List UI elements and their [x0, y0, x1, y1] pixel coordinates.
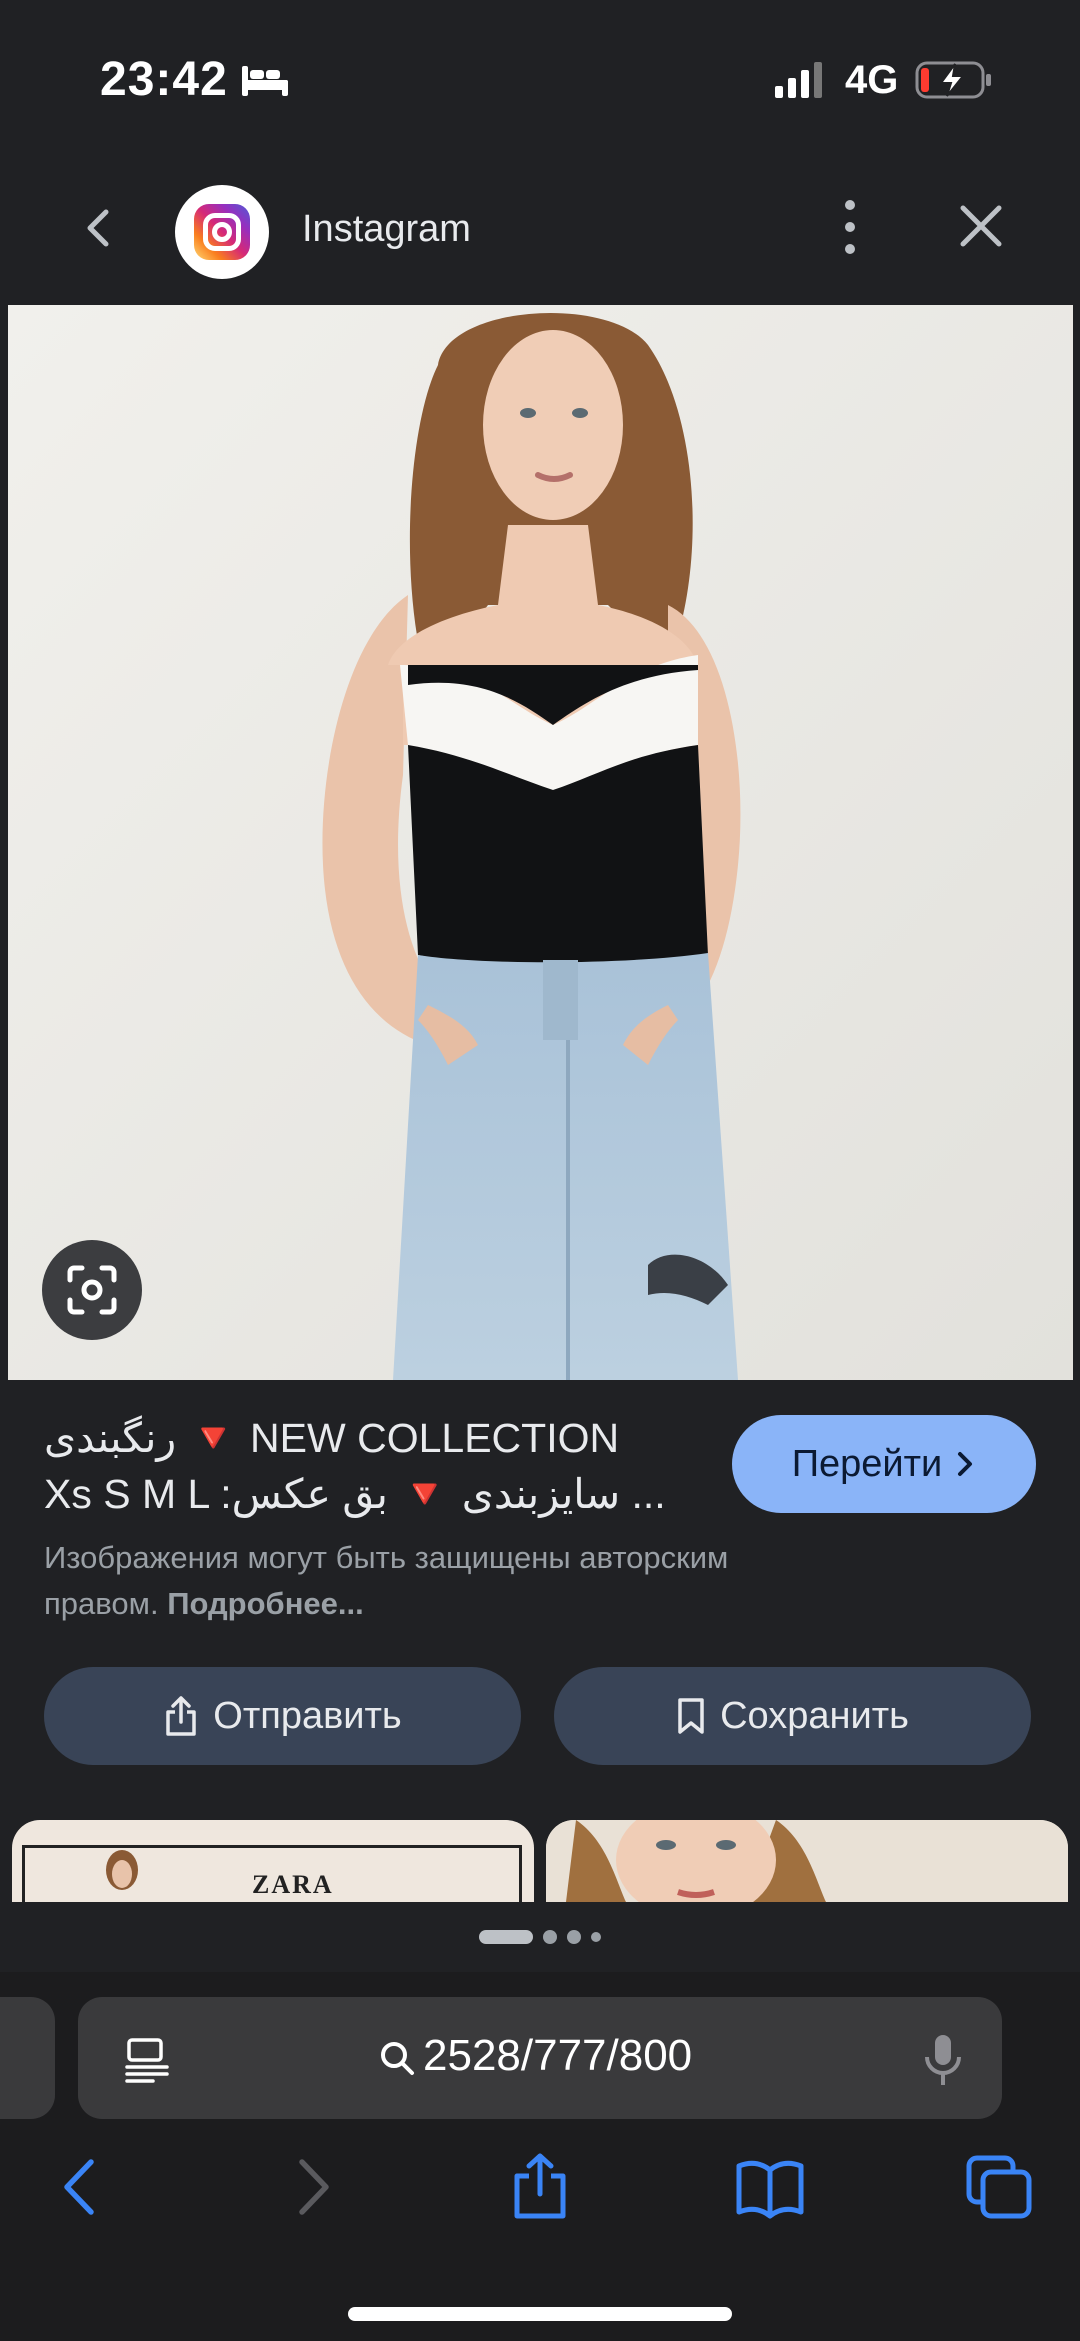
bookmarks-icon[interactable] — [735, 2152, 805, 2222]
address-bar[interactable]: 2528/777/800 — [78, 1997, 1002, 2119]
page-dot — [591, 1932, 601, 1942]
copyright-notice: Изображения могут быть защищены авторски… — [44, 1535, 844, 1627]
page-dot — [567, 1930, 581, 1944]
status-bar: 23:42 4G — [0, 0, 1080, 150]
status-time: 23:42 — [100, 53, 228, 106]
signal-icon — [775, 62, 822, 98]
back-arrow-icon[interactable] — [45, 2152, 115, 2222]
share-icon[interactable] — [505, 2152, 575, 2222]
lens-icon — [67, 1265, 117, 1315]
home-indicator[interactable] — [348, 2307, 732, 2321]
search-icon — [381, 2042, 414, 2075]
share-icon — [166, 1696, 197, 1736]
product-image[interactable] — [8, 305, 1073, 1380]
url-text[interactable]: 2528/777/800 — [423, 2031, 692, 2081]
visit-button-label: Перейти — [791, 1442, 943, 1485]
battery-charging-icon — [915, 61, 991, 99]
model-photo — [8, 305, 1073, 1380]
page-dot — [543, 1930, 557, 1944]
previous-tab-preview[interactable] — [0, 1997, 55, 2119]
page-indicator — [0, 1902, 1080, 1972]
google-lens-button[interactable] — [42, 1240, 142, 1340]
share-button[interactable]: Отправить — [44, 1667, 521, 1765]
instagram-logo[interactable] — [175, 185, 269, 279]
instagram-logo-mark — [194, 204, 250, 260]
related-image-2[interactable] — [546, 1820, 1068, 1902]
bookmark-icon — [678, 1698, 704, 1734]
related-image-1[interactable]: ZARA — [12, 1820, 534, 1902]
save-button[interactable]: Сохранить — [554, 1667, 1031, 1765]
forward-arrow-icon[interactable] — [278, 2152, 348, 2222]
browser-toolbar: 2528/777/800 — [0, 1972, 1080, 2341]
back-icon[interactable] — [70, 198, 130, 258]
share-button-label: Отправить — [213, 1694, 402, 1737]
caption-line-1: رنگبندی 🔻 NEW COLLECTION — [44, 1415, 620, 1461]
bed-icon — [242, 66, 288, 96]
tabs-icon[interactable] — [965, 2152, 1035, 2222]
more-link[interactable]: Подробнее... — [167, 1586, 364, 1621]
thumbnail-model — [106, 1850, 138, 1890]
chevron-right-icon — [958, 1452, 973, 1476]
thumbnail-brand-label: ZARA — [252, 1870, 334, 1899]
page-dot-active — [479, 1930, 533, 1944]
more-vert-icon[interactable] — [830, 195, 870, 259]
thumbnail-model — [546, 1820, 1068, 1902]
viewer-header: Instagram — [0, 150, 1080, 305]
close-icon[interactable] — [955, 200, 1007, 252]
network-label: 4G — [845, 58, 899, 102]
source-title[interactable]: Instagram — [302, 208, 471, 251]
visit-button[interactable]: Перейти — [732, 1415, 1036, 1513]
caption-line-2: Xs S M L :سایزبندی 🔻 بق عکس ... — [44, 1471, 666, 1517]
image-caption: رنگبندی 🔻 NEW COLLECTION Xs S M L :سایزب… — [44, 1410, 704, 1522]
mic-icon[interactable] — [923, 2033, 963, 2087]
save-button-label: Сохранить — [720, 1694, 909, 1737]
copyright-text: Изображения могут быть защищены авторски… — [44, 1540, 729, 1621]
reader-icon[interactable] — [123, 2037, 171, 2083]
